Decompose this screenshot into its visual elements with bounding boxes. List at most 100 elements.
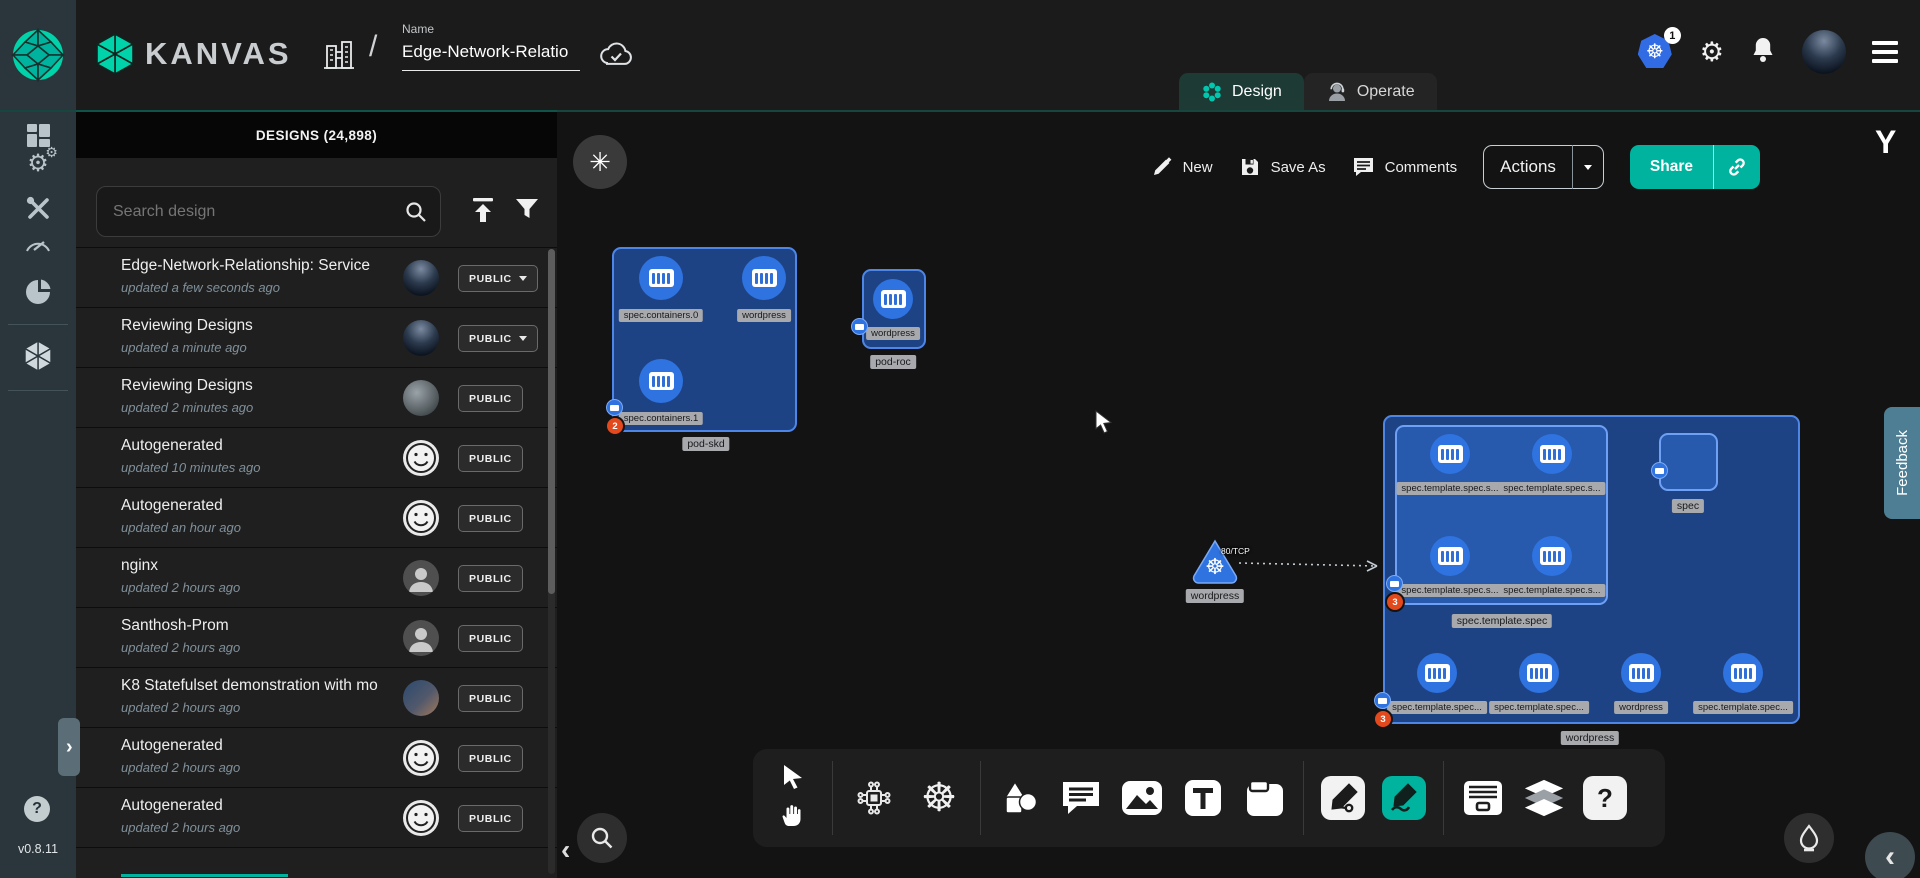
drawer-tool-icon[interactable] [1461, 776, 1505, 820]
container-node[interactable]: wordpress [873, 279, 913, 319]
layer5-logo-tile[interactable] [0, 0, 76, 110]
pen-tool-icon[interactable] [1321, 776, 1365, 820]
publish-design-icon[interactable] [470, 196, 496, 229]
design-row[interactable]: Reviewing Designs updated 2 minutes ago … [76, 368, 557, 428]
deploy-drop-button[interactable] [1784, 813, 1834, 863]
design-row[interactable]: Autogenerated updated 2 hours ago PUBLIC [76, 728, 557, 788]
shapes-tool-icon[interactable] [998, 776, 1042, 820]
visibility-badge[interactable]: PUBLIC [458, 805, 523, 832]
nav-performance-icon[interactable] [0, 234, 76, 254]
tab-design[interactable]: Design [1179, 73, 1304, 110]
visibility-badge[interactable]: PUBLIC [458, 265, 538, 292]
pan-tool-icon[interactable] [780, 802, 806, 833]
design-row[interactable]: Reviewing Designs updated a minute ago P… [76, 308, 557, 368]
kubernetes-tool-icon[interactable]: ☸ [915, 774, 963, 822]
nav-configuration-icon[interactable] [0, 195, 76, 222]
feedback-tab[interactable]: Feedback [1884, 407, 1920, 519]
deployment-badge-icon [1374, 692, 1391, 709]
freehand-draw-tool-icon[interactable] [1382, 776, 1426, 820]
design-updated: updated a few seconds ago [121, 280, 280, 295]
container-node[interactable]: spec.template.spec.s... [1532, 536, 1572, 576]
pod-badge-icon [851, 318, 868, 335]
visibility-badge[interactable]: PUBLIC [458, 445, 523, 472]
container-node[interactable]: spec.template.spec.s... [1430, 434, 1470, 474]
design-name-input[interactable] [402, 36, 580, 71]
help-tool-icon[interactable]: ? [1583, 776, 1627, 820]
container-node[interactable]: spec.template.spec... [1519, 653, 1559, 693]
search-design-input[interactable] [97, 187, 440, 236]
actions-caret-button[interactable] [1573, 165, 1603, 170]
comments-button[interactable]: Comments [1352, 156, 1458, 178]
nav-extensions-icon[interactable] [0, 278, 76, 306]
visibility-badge[interactable]: PUBLIC [458, 745, 523, 772]
design-canvas[interactable]: ✳ New Save As [557, 112, 1920, 878]
error-count-badge[interactable]: 3 [1373, 709, 1393, 729]
note-tool-icon[interactable] [1242, 776, 1286, 820]
meshery-flower-button[interactable]: ✳ [573, 135, 627, 189]
container-node[interactable]: spec.containers.1 [639, 359, 683, 403]
container-icon [639, 359, 683, 403]
visibility-badge[interactable]: PUBLIC [458, 325, 538, 352]
design-row[interactable]: K8 Statefulset demonstration with mo upd… [76, 668, 557, 728]
container-node[interactable]: spec.template.spec.s... [1430, 536, 1470, 576]
collapse-right-chevron-button[interactable]: ‹ [1865, 832, 1915, 878]
node-spec[interactable] [1659, 433, 1718, 491]
tab-operate[interactable]: Operate [1304, 73, 1437, 110]
visibility-badge[interactable]: PUBLIC [458, 505, 523, 532]
container-node[interactable]: spec.template.spec.s... [1532, 434, 1572, 474]
new-button[interactable]: New [1151, 156, 1213, 178]
design-title: Autogenerated [121, 797, 223, 815]
visibility-badge[interactable]: PUBLIC [458, 685, 523, 712]
yaml-shortcut-icon[interactable]: Y [1875, 124, 1896, 161]
actions-button[interactable]: Actions [1483, 145, 1604, 189]
collapse-panel-chevron[interactable]: ‹ [561, 834, 570, 866]
svg-text:☸: ☸ [1205, 554, 1225, 579]
nav-kanvas-icon[interactable] [0, 340, 76, 372]
visibility-badge[interactable]: PUBLIC [458, 625, 523, 652]
panel-scrollbar-thumb[interactable] [548, 249, 555, 594]
search-icon [404, 200, 428, 229]
layers-tool-icon[interactable] [1522, 776, 1566, 820]
comment-tool-icon[interactable] [1059, 776, 1103, 820]
container-node[interactable]: spec.containers.0 [639, 256, 683, 300]
zoom-button[interactable] [577, 813, 627, 863]
notifications-bell-icon[interactable] [1750, 36, 1776, 69]
design-row[interactable]: Autogenerated updated an hour ago PUBLIC [76, 488, 557, 548]
node-spec-template-spec[interactable] [1395, 425, 1608, 605]
text-tool-icon[interactable] [1181, 776, 1225, 820]
select-tool-icon[interactable] [780, 763, 806, 794]
k8s-context-button[interactable]: ☸ 1 [1638, 34, 1674, 70]
avatar-smiley [403, 440, 439, 476]
components-tool-icon[interactable] [850, 774, 898, 822]
visibility-badge[interactable]: PUBLIC [458, 565, 523, 592]
nav-dashboard-icon[interactable] [0, 122, 76, 149]
container-label: wordpress [737, 309, 791, 322]
user-avatar[interactable] [1802, 30, 1846, 74]
help-icon[interactable]: ? [24, 796, 50, 822]
design-row[interactable]: Edge-Network-Relationship: Service updat… [76, 248, 557, 308]
visibility-badge[interactable]: PUBLIC [458, 385, 523, 412]
nav-lifecycle-icon[interactable]: ⚙⚙ [0, 152, 76, 176]
organization-icon[interactable] [322, 38, 356, 77]
container-node[interactable]: spec.template.spec... [1723, 653, 1763, 693]
share-button[interactable]: Share [1630, 145, 1760, 189]
design-row[interactable]: nginx updated 2 hours ago PUBLIC [76, 548, 557, 608]
kanvas-brand[interactable]: KANVAS [95, 32, 292, 76]
container-icon [639, 256, 683, 300]
container-node[interactable]: wordpress [1621, 653, 1661, 693]
pencil-icon [1151, 156, 1173, 178]
filter-icon[interactable] [514, 196, 540, 227]
container-node[interactable]: spec.template.spec... [1417, 653, 1457, 693]
save-as-button[interactable]: Save As [1239, 156, 1326, 178]
container-node[interactable]: wordpress [742, 256, 786, 300]
settings-gear-icon[interactable]: ⚙ [1700, 39, 1724, 66]
copy-link-button[interactable] [1714, 156, 1760, 178]
design-row[interactable]: Santhosh-Prom updated 2 hours ago PUBLIC [76, 608, 557, 668]
error-count-badge[interactable]: 3 [1385, 592, 1405, 612]
image-tool-icon[interactable] [1120, 776, 1164, 820]
design-row[interactable]: Autogenerated updated 2 hours ago PUBLIC [76, 788, 557, 848]
design-row[interactable]: Autogenerated updated 10 minutes ago PUB… [76, 428, 557, 488]
hamburger-menu-icon[interactable] [1872, 41, 1898, 63]
expand-sidebar-button[interactable]: ‹ [58, 718, 80, 776]
error-count-badge[interactable]: 2 [605, 416, 625, 436]
